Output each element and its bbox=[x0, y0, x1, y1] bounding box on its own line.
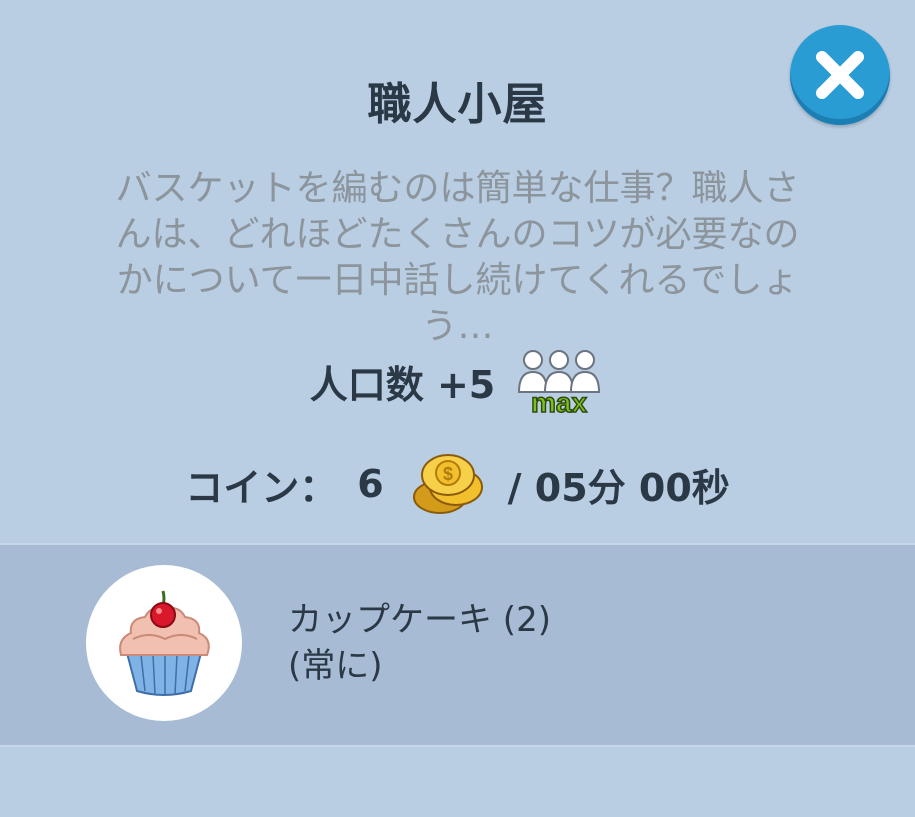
product-icon-circle bbox=[86, 565, 242, 721]
cupcake-icon bbox=[119, 590, 210, 696]
coin-label: コイン： bbox=[185, 465, 338, 510]
close-icon bbox=[816, 51, 864, 99]
coin-row: コイン： 6 $ / 05分 00秒 bbox=[0, 444, 915, 524]
population-label: 人口数 +5 bbox=[309, 362, 496, 407]
svg-text:$: $ bbox=[443, 464, 453, 484]
close-button[interactable] bbox=[790, 25, 890, 125]
coin-amount: 6 bbox=[357, 462, 384, 506]
population-row: 人口数 +5 max bbox=[0, 345, 915, 419]
max-badge: max bbox=[531, 387, 587, 416]
building-info-panel: 職人小屋 バスケットを編むのは簡単な仕事？職人さんは、どれほどたくさんのコツが必… bbox=[0, 0, 915, 817]
building-description: バスケットを編むのは簡単な仕事？職人さんは、どれほどたくさんのコツが必要なのかに… bbox=[115, 168, 800, 347]
product-availability: (常に) bbox=[288, 646, 383, 686]
people-icon: max bbox=[513, 346, 605, 419]
dialog-title: 職人小屋 bbox=[367, 79, 548, 130]
product-name: カップケーキ (2) bbox=[288, 600, 551, 640]
production-time: / 05分 00秒 bbox=[507, 465, 730, 510]
coin-stack-icon: $ bbox=[412, 454, 483, 514]
